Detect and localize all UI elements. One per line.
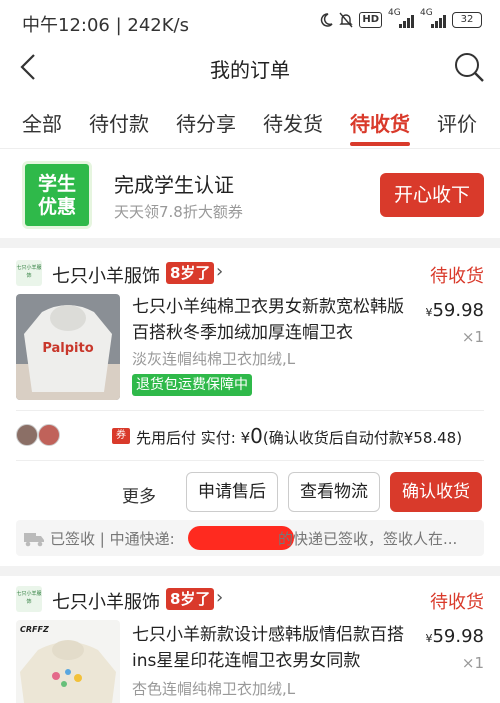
shop-logo[interactable]: 七只小羊服饰	[16, 260, 42, 286]
logistics-summary[interactable]: 已签收 | 中通快递: 的快递已签收，签收人在...	[16, 520, 484, 556]
status-time: 中午12:06 | 242K/s	[22, 15, 189, 36]
divider	[16, 460, 484, 461]
avatar	[38, 424, 60, 446]
hd-icon: HD	[359, 12, 382, 28]
tab-pending-receipt[interactable]: 待收货	[350, 108, 410, 137]
avatar	[16, 424, 38, 446]
battery-icon: 32	[452, 12, 482, 28]
product-title[interactable]: 七只小羊新款设计感韩版情侣款百搭ins星星印花连帽卫衣男女同款	[132, 622, 416, 674]
truck-icon	[24, 533, 44, 547]
confirm-receipt-button[interactable]: 确认收货	[390, 472, 482, 512]
tab-pending-share[interactable]: 待分享	[176, 108, 236, 137]
coupon-icon: 券	[112, 428, 130, 444]
order-card: 七只小羊服饰 七只小羊服饰 8岁了 › 待收货 CRFFZ 七只小羊新款设计感韩…	[0, 576, 500, 703]
product-quantity: ×1	[461, 654, 484, 672]
status-icons: HD 4G 4G 32	[319, 8, 482, 28]
more-button[interactable]: 更多	[122, 482, 156, 507]
order-status: 待收货	[430, 592, 484, 613]
moon-icon	[321, 13, 333, 27]
order-tabs: 全部 待付款 待分享 待发货 待收货 评价	[0, 92, 500, 148]
tab-pending-shipment[interactable]: 待发货	[263, 108, 323, 137]
view-logistics-button[interactable]: 查看物流	[288, 472, 380, 512]
student-discount-badge: 学生 优惠	[22, 161, 92, 229]
status-bar: 中午12:06 | 242K/s HD 4G 4G 32	[0, 0, 500, 44]
product-image[interactable]: Palpito	[16, 294, 120, 400]
logistics-status: 已签收 | 中通快递:	[50, 530, 175, 548]
shop-logo[interactable]: 七只小羊服饰	[16, 586, 42, 612]
logistics-detail: 的快递已签收，签收人在...	[278, 530, 458, 548]
active-tab-indicator	[350, 142, 410, 146]
product-title[interactable]: 七只小羊纯棉卫衣男女新款宽松韩版百搭秋冬季加绒加厚连帽卫衣	[132, 294, 416, 346]
tab-pending-payment[interactable]: 待付款	[89, 108, 149, 137]
payment-info: 先用后付 实付: ¥0(确认收货后自动付款¥58.48)	[136, 424, 463, 448]
tab-review[interactable]: 评价	[437, 108, 477, 137]
accept-coupon-button[interactable]: 开心收下	[380, 173, 484, 217]
product-price: ¥59.98	[425, 626, 484, 647]
svg-text:Palpito: Palpito	[42, 341, 93, 356]
divider	[16, 410, 484, 411]
chevron-right-icon[interactable]: ›	[216, 261, 223, 282]
signal-icon: 4G	[388, 8, 414, 28]
shop-name[interactable]: 七只小羊服饰	[52, 588, 160, 614]
page-title: 我的订单	[210, 58, 290, 82]
chevron-right-icon[interactable]: ›	[216, 587, 223, 608]
order-status: 待收货	[430, 266, 484, 287]
return-shipping-guarantee-badge: 退货包运费保障中	[132, 374, 252, 396]
product-variant: 杏色连帽纯棉卫衣加绒,L	[132, 680, 296, 698]
page-header: 我的订单	[0, 44, 500, 92]
shop-age-badge: 8岁了	[166, 262, 215, 284]
svg-text:CRFFZ: CRFFZ	[20, 625, 49, 634]
student-promo-banner: 学生 优惠 完成学生认证 天天领7.8折大额券 开心收下	[0, 148, 500, 238]
product-quantity: ×1	[461, 328, 484, 346]
product-price: ¥59.98	[425, 300, 484, 321]
order-card: 七只小羊服饰 七只小羊服饰 8岁了 › 待收货 Palpito 七只小羊纯棉卫衣…	[0, 248, 500, 566]
promo-subtitle: 天天领7.8折大额券	[114, 203, 243, 221]
shop-name[interactable]: 七只小羊服饰	[52, 262, 160, 288]
apply-after-sale-button[interactable]: 申请售后	[186, 472, 278, 512]
bell-muted-icon	[339, 12, 354, 28]
product-variant: 淡灰连帽纯棉卫衣加绒,L	[132, 350, 296, 368]
promo-title: 完成学生认证	[114, 173, 234, 197]
shop-age-badge: 8岁了	[166, 588, 215, 610]
product-image[interactable]: CRFFZ	[16, 620, 120, 703]
tab-all[interactable]: 全部	[22, 108, 62, 137]
signal-icon-2: 4G	[420, 8, 446, 28]
search-icon[interactable]	[452, 50, 486, 84]
